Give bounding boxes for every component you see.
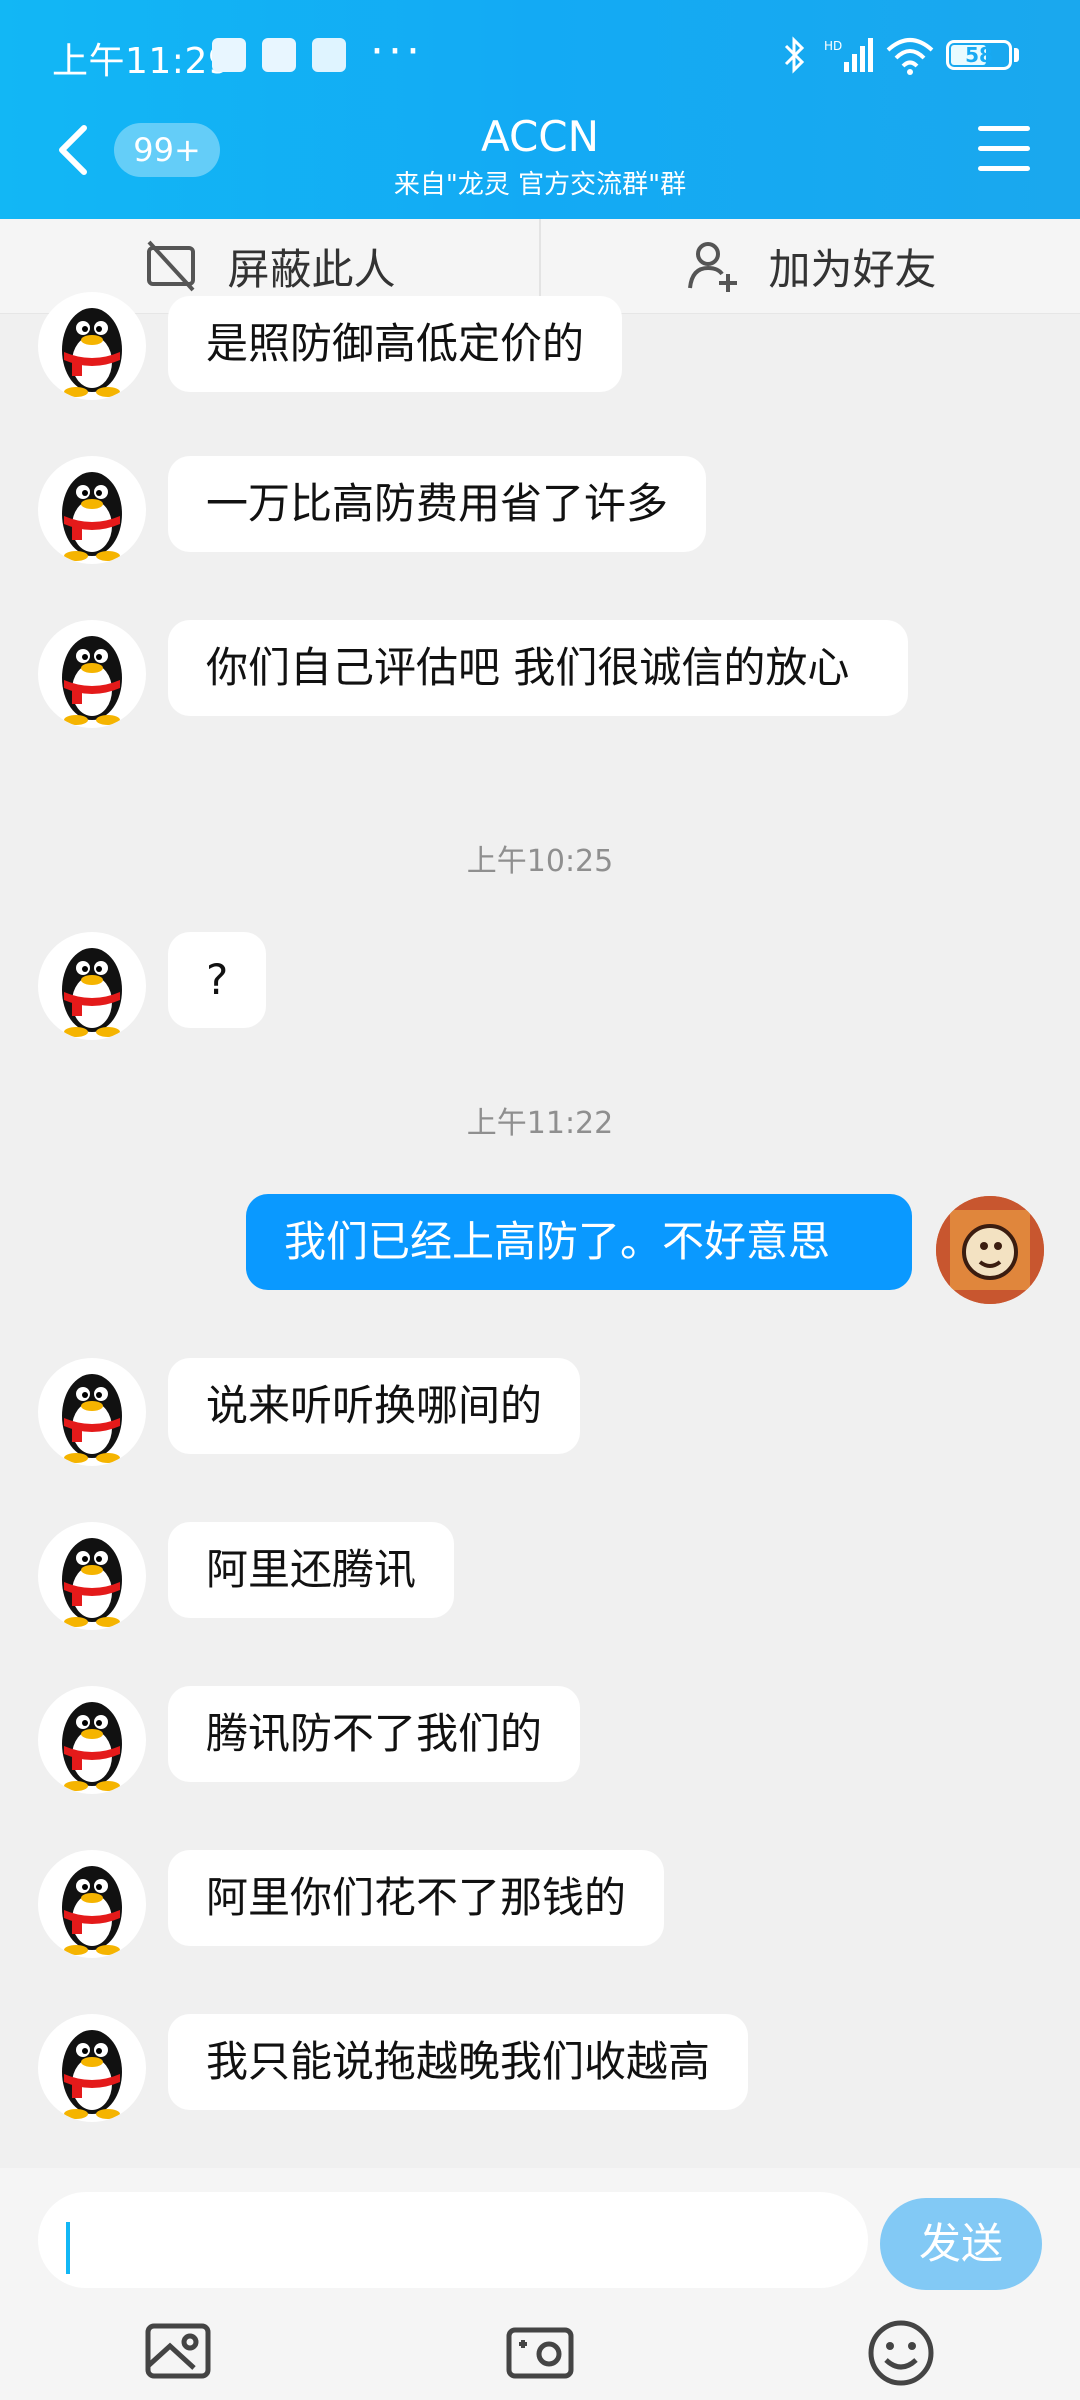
contact-avatar[interactable] xyxy=(38,932,146,1040)
menu-icon[interactable] xyxy=(978,126,1030,172)
penguin-avatar-icon xyxy=(62,1538,122,1627)
message-input[interactable] xyxy=(38,2192,868,2288)
battery-level-text: 58 xyxy=(965,43,993,67)
my-message-bubble[interactable]: 我们已经上高防了。不好意思 xyxy=(246,1194,912,1290)
camera-icon[interactable] xyxy=(503,2316,577,2390)
cartoon-avatar-icon xyxy=(936,1196,1044,1304)
penguin-avatar-icon xyxy=(62,1702,122,1791)
signal-icon: HD xyxy=(824,38,873,72)
contact-avatar[interactable] xyxy=(38,1358,146,1466)
status-bar: 上午11:29 ··· HD 58 xyxy=(0,0,1080,110)
battery-tip xyxy=(1014,48,1019,62)
penguin-avatar-icon xyxy=(62,1374,122,1463)
status-time: 上午11:29 xyxy=(52,41,232,82)
contact-avatar[interactable] xyxy=(38,2014,146,2122)
block-user-label: 屏蔽此人 xyxy=(227,244,396,294)
message-bubble[interactable]: 阿里你们花不了那钱的 xyxy=(168,1850,665,1946)
message-bubble[interactable]: 阿里还腾讯 xyxy=(168,1522,455,1618)
my-avatar[interactable] xyxy=(936,1196,1044,1304)
add-friend-button[interactable]: 加为好友 xyxy=(541,219,1080,313)
timestamp: 上午11:22 xyxy=(466,1106,614,1141)
contact-avatar[interactable] xyxy=(38,1686,146,1794)
timestamp: 上午10:25 xyxy=(466,844,614,879)
battery-icon: 58 xyxy=(946,40,1012,70)
photo-icon[interactable] xyxy=(142,2316,216,2390)
message-bubble[interactable]: 是照防御高低定价的 xyxy=(168,296,623,392)
emoji-icon[interactable] xyxy=(864,2316,938,2390)
notification-icon xyxy=(312,38,346,72)
message-bubble[interactable]: 腾讯防不了我们的 xyxy=(168,1686,581,1782)
notification-icon xyxy=(262,38,296,72)
penguin-avatar-icon xyxy=(62,2030,122,2119)
notification-icon xyxy=(212,38,246,72)
text-cursor xyxy=(66,2222,70,2274)
wifi-icon xyxy=(886,38,934,75)
add-friend-icon xyxy=(688,242,738,292)
penguin-avatar-icon xyxy=(62,636,122,725)
message-bubble[interactable]: 我只能说拖越晚我们收越高 xyxy=(168,2014,749,2110)
penguin-avatar-icon xyxy=(62,948,122,1037)
contact-avatar[interactable] xyxy=(38,1522,146,1630)
chat-title: ACCN xyxy=(480,112,600,161)
bluetooth-icon xyxy=(784,36,805,74)
message-bubble[interactable]: 一万比高防费用省了许多 xyxy=(168,456,707,552)
message-bubble[interactable]: 说来听听换哪间的 xyxy=(168,1358,581,1454)
block-icon xyxy=(147,240,196,292)
add-friend-label: 加为好友 xyxy=(768,244,937,294)
penguin-avatar-icon xyxy=(62,308,122,397)
more-notifications-icon: ··· xyxy=(370,26,424,77)
chat-subtitle: 来自"龙灵 官方交流群"群 xyxy=(393,170,687,200)
app-header: 上午11:29 ··· HD 58 99+ ACCN 来自"龙灵 官方交流群"群 xyxy=(0,0,1080,219)
penguin-avatar-icon xyxy=(62,1866,122,1955)
contact-avatar[interactable] xyxy=(38,1850,146,1958)
contact-avatar[interactable] xyxy=(38,456,146,564)
input-bar: 发送 xyxy=(0,2168,1080,2400)
send-button[interactable]: 发送 xyxy=(880,2198,1042,2290)
contact-avatar[interactable] xyxy=(38,620,146,728)
svg-text:HD: HD xyxy=(824,39,842,53)
penguin-avatar-icon xyxy=(62,472,122,561)
message-bubble[interactable]: 你们自己评估吧 我们很诚信的放心 xyxy=(168,620,908,716)
contact-avatar[interactable] xyxy=(38,292,146,400)
message-bubble[interactable]: ? xyxy=(168,932,267,1028)
